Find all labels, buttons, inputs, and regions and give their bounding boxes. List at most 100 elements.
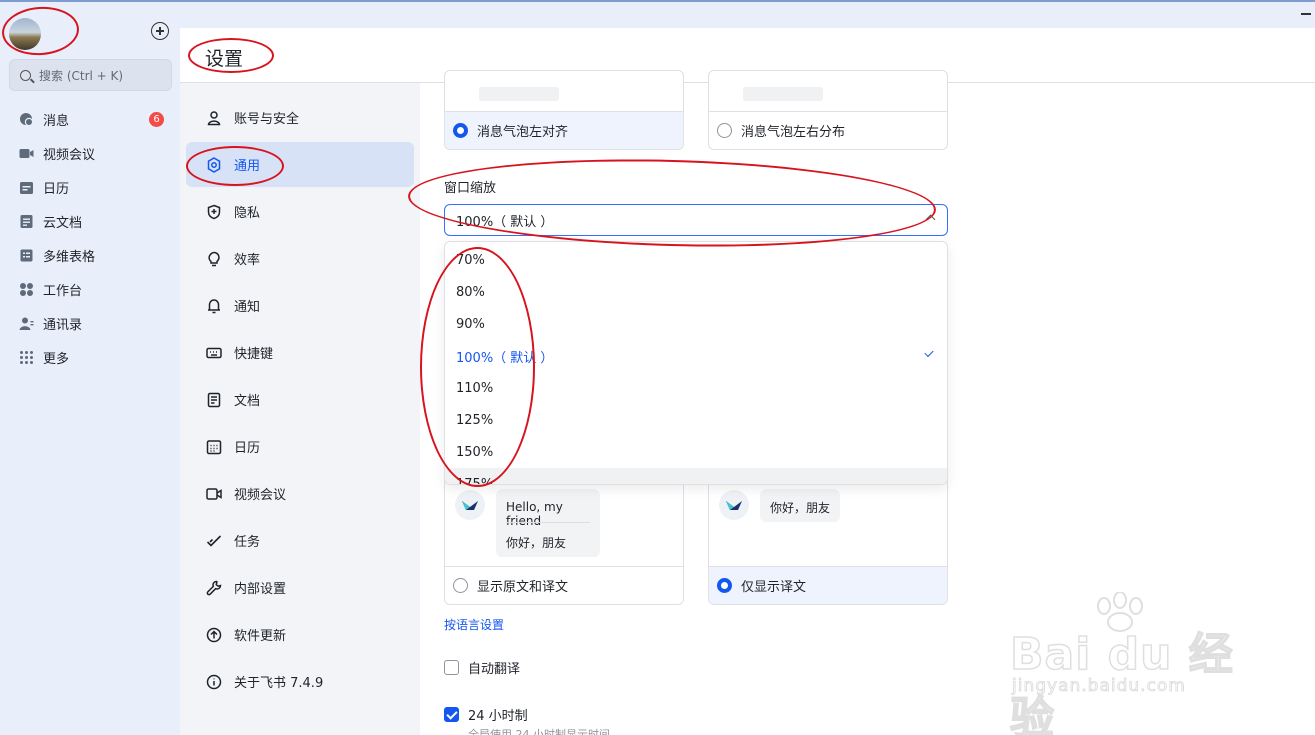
bubble-divider <box>506 522 590 523</box>
zoom-option-80[interactable]: 80% <box>445 276 947 308</box>
option-label: 消息气泡左对齐 <box>477 125 569 140</box>
tab-account-security[interactable]: 账号与安全 <box>186 95 414 140</box>
sidebar-item-label: 日历 <box>43 181 70 197</box>
gear-icon <box>206 156 222 173</box>
settings-nav-label: 关于飞书 7.4.9 <box>234 676 324 691</box>
sidebar-item-contacts[interactable]: 通讯录 <box>0 306 180 340</box>
bell-icon <box>206 298 222 314</box>
main-sidebar: 搜索 (Ctrl + K) 消息 6 视频会议 日历 云文档 多维表格 工作台 <box>0 2 180 735</box>
translate-only-card[interactable]: 你好，朋友 仅显示译文 <box>708 470 948 605</box>
radio-unselected[interactable] <box>717 123 732 138</box>
radio-selected[interactable] <box>717 578 732 593</box>
auto-translate-row[interactable]: 自动翻译 <box>444 658 520 677</box>
hour24-description: 全局使用 24 小时制显示时间 <box>468 728 610 735</box>
translated-text: 你好，朋友 <box>506 536 567 550</box>
option-text: 90% <box>456 316 485 332</box>
video-icon <box>206 486 222 502</box>
option-text: 150% <box>456 444 494 460</box>
sidebar-item-calendar[interactable]: 日历 <box>0 170 180 204</box>
hour24-checkbox[interactable] <box>444 707 459 722</box>
hour24-row[interactable]: 24 小时制 <box>444 705 528 724</box>
more-icon <box>19 350 34 365</box>
check-icon <box>924 347 934 358</box>
tab-internal-settings[interactable]: 内部设置 <box>186 565 414 610</box>
bubble-split-option[interactable]: 消息气泡左右分布 <box>709 111 947 149</box>
cloud-doc-icon <box>19 214 34 229</box>
sidebar-item-cloud-docs[interactable]: 云文档 <box>0 204 180 238</box>
zoom-option-150[interactable]: 150% <box>445 436 947 468</box>
settings-nav-label: 视频会议 <box>234 488 287 503</box>
bubble-left-option[interactable]: 消息气泡左对齐 <box>445 111 683 149</box>
search-input[interactable]: 搜索 (Ctrl + K) <box>9 59 172 91</box>
wrench-icon <box>206 580 222 596</box>
tab-general[interactable]: 通用 <box>186 142 414 187</box>
sidebar-item-video[interactable]: 视频会议 <box>0 136 180 170</box>
option-text: 100%（ 默认 ） <box>456 350 554 366</box>
sidebar-item-bitable[interactable]: 多维表格 <box>0 238 180 272</box>
baidu-watermark: Bai du 经验 jingyan.baidu.com <box>1009 592 1250 735</box>
message-bubble: Hello, my friend 你好，朋友 <box>496 489 600 557</box>
zoom-option-90[interactable]: 90% <box>445 308 947 340</box>
translate-only-option[interactable]: 仅显示译文 <box>709 566 947 604</box>
language-settings-link[interactable]: 按语言设置 <box>444 616 504 633</box>
radio-selected[interactable] <box>453 123 468 138</box>
tab-software-update[interactable]: 软件更新 <box>186 612 414 657</box>
sidebar-item-label: 多维表格 <box>43 249 96 265</box>
translate-both-option[interactable]: 显示原文和译文 <box>445 566 683 604</box>
zoom-dropdown: 70% 80% 90% 100%（ 默认 ） 110% 125% 150% 17… <box>444 241 948 485</box>
zoom-option-110[interactable]: 110% <box>445 372 947 404</box>
add-icon[interactable] <box>151 22 169 40</box>
search-placeholder: 搜索 (Ctrl + K) <box>39 68 124 83</box>
chat-icon <box>19 112 34 127</box>
preview-placeholder <box>479 87 559 101</box>
sidebar-item-more[interactable]: 更多 <box>0 340 180 374</box>
settings-nav-label: 账号与安全 <box>234 112 300 127</box>
task-icon <box>206 533 222 549</box>
bot-avatar-icon <box>719 490 749 520</box>
sidebar-item-label: 通讯录 <box>43 317 83 333</box>
checkbox-label: 24 小时制 <box>468 709 528 724</box>
tab-shortcuts[interactable]: 快捷键 <box>186 330 414 375</box>
minimize-icon[interactable] <box>1301 13 1311 15</box>
zoom-option-175[interactable]: 175% <box>445 468 947 485</box>
tab-docs[interactable]: 文档 <box>186 377 414 422</box>
avatar[interactable] <box>9 18 41 50</box>
settings-nav-label: 效率 <box>234 253 261 268</box>
bubble-left-card[interactable]: 消息气泡左对齐 <box>444 70 684 150</box>
translated-text: 你好，朋友 <box>770 501 831 515</box>
calendar-icon <box>206 439 222 455</box>
translate-both-card[interactable]: Hello, my friend 你好，朋友 显示原文和译文 <box>444 470 684 605</box>
sidebar-item-workplace[interactable]: 工作台 <box>0 272 180 306</box>
contacts-icon <box>19 316 34 331</box>
zoom-option-125[interactable]: 125% <box>445 404 947 436</box>
sidebar-item-label: 云文档 <box>43 215 83 231</box>
sidebar-nav: 消息 6 视频会议 日历 云文档 多维表格 工作台 通讯录 更多 <box>0 102 180 374</box>
option-text: 175% <box>456 476 494 485</box>
zoom-option-70[interactable]: 70% <box>445 244 947 276</box>
tab-tasks[interactable]: 任务 <box>186 518 414 563</box>
tab-privacy[interactable]: 隐私 <box>186 189 414 234</box>
sidebar-item-label: 更多 <box>43 351 70 367</box>
bot-avatar-icon <box>455 490 485 520</box>
sidebar-item-messages[interactable]: 消息 6 <box>0 102 180 136</box>
tab-calendar[interactable]: 日历 <box>186 424 414 469</box>
radio-unselected[interactable] <box>453 578 468 593</box>
option-text: 125% <box>456 412 494 428</box>
auto-translate-checkbox[interactable] <box>444 660 459 675</box>
settings-nav-label: 通知 <box>234 300 261 315</box>
sidebar-item-label: 视频会议 <box>43 147 96 163</box>
option-label: 仅显示译文 <box>741 580 807 595</box>
tab-notifications[interactable]: 通知 <box>186 283 414 328</box>
settings-nav-label: 日历 <box>234 441 261 456</box>
settings-nav-label: 内部设置 <box>234 582 287 597</box>
tab-video-meeting[interactable]: 视频会议 <box>186 471 414 516</box>
window-top-strip <box>0 0 1315 28</box>
keyboard-icon <box>206 345 222 361</box>
zoom-option-100[interactable]: 100%（ 默认 ） <box>445 340 947 372</box>
tab-efficiency[interactable]: 效率 <box>186 236 414 281</box>
tab-about[interactable]: 关于飞书 7.4.9 <box>186 659 414 704</box>
zoom-select[interactable]: 100%（ 默认 ） <box>444 204 948 236</box>
bubble-split-card[interactable]: 消息气泡左右分布 <box>708 70 948 150</box>
unread-badge: 6 <box>149 112 164 127</box>
preview-placeholder <box>743 87 823 101</box>
